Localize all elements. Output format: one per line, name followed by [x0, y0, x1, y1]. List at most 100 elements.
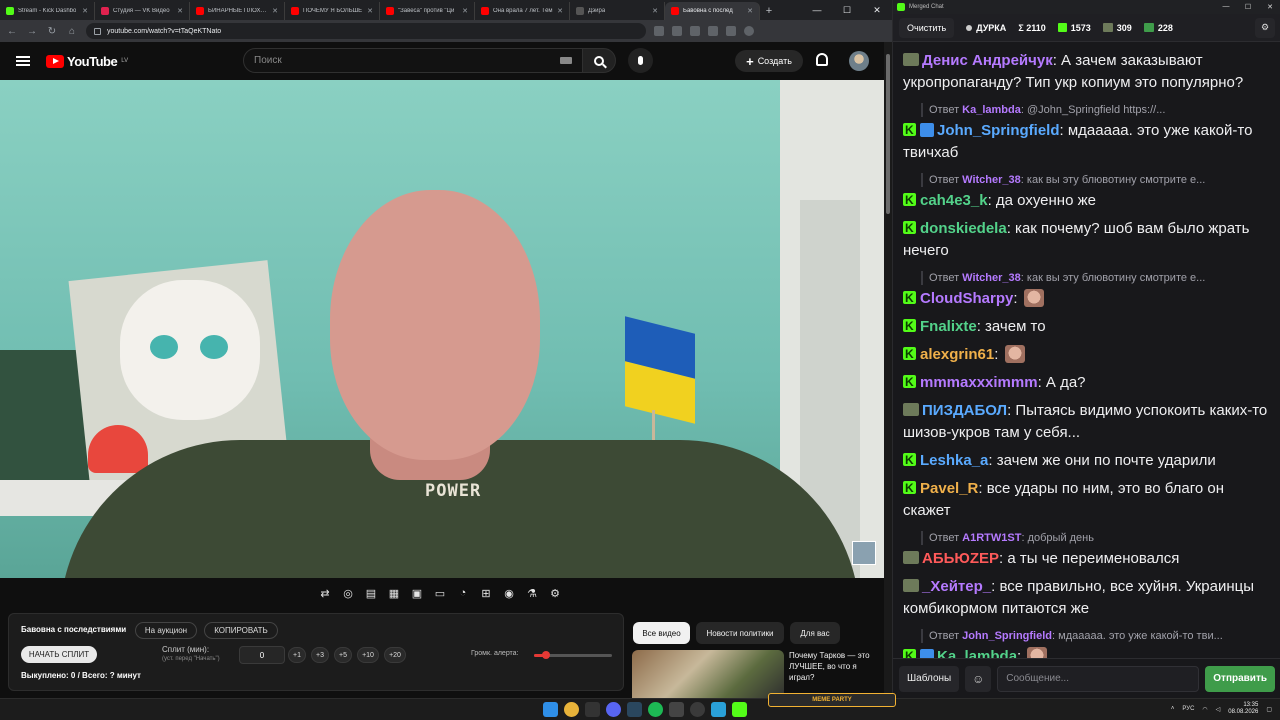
telegram-icon[interactable] [711, 702, 726, 717]
chat-nick[interactable]: alexgrin61 [920, 346, 994, 363]
reply-nick[interactable]: A1RTW1ST [962, 532, 1021, 544]
discord-icon[interactable] [606, 702, 621, 717]
close-tab-icon[interactable]: ✕ [82, 7, 88, 15]
chat-nick[interactable]: ПИЗДАБОЛ [922, 402, 1007, 419]
clock[interactable]: 13:35 08.08.2026 [1228, 702, 1258, 716]
chip-all-videos[interactable]: Все видео [633, 622, 690, 644]
wifi-icon[interactable]: ◠ [1202, 706, 1207, 713]
close-tab-icon[interactable]: ✕ [557, 7, 563, 15]
obs-icon[interactable] [690, 702, 705, 717]
chat-nick[interactable]: Ka_lambda [937, 648, 1017, 658]
maximize-icon[interactable]: ☐ [832, 0, 862, 20]
extension-icon[interactable] [654, 26, 664, 36]
chat-message[interactable]: _Хейтер_: все правильно, все хуйня. Укра… [903, 576, 1273, 620]
chat-nick[interactable]: donskiedela [920, 220, 1007, 237]
voice-search-button[interactable] [628, 48, 653, 73]
gear-icon[interactable]: ⚙ [546, 584, 564, 602]
chat-nick[interactable]: Leshka_a [920, 452, 988, 469]
url-field[interactable]: youtube.com/watch?v=tTaQeKTNato [86, 23, 646, 39]
gear-icon[interactable]: ⚙ [1255, 17, 1275, 38]
browser-tab[interactable]: ПОЧЕМУ Я БОЛЬШЕ ✕ [285, 2, 380, 20]
flask-icon[interactable]: ⚗ [523, 584, 541, 602]
menu-icon[interactable] [16, 56, 30, 66]
pip-icon[interactable]: ▣ [408, 584, 426, 602]
browser-tab[interactable]: Stream - Kick Dashbo ✕ [0, 2, 95, 20]
step-button[interactable]: +10 [357, 647, 379, 663]
clear-button[interactable]: Очистить [899, 17, 955, 38]
app-icon[interactable] [669, 702, 684, 717]
create-button[interactable]: + Создать [735, 50, 803, 72]
clapper-icon[interactable]: ▦ [385, 584, 403, 602]
start-split-button[interactable]: НАЧАТЬ СПЛИТ [21, 646, 97, 663]
extension-icon[interactable] [690, 26, 700, 36]
profile-icon[interactable] [744, 26, 754, 36]
add-icon[interactable]: ⊞ [477, 584, 495, 602]
chat-message[interactable]: Pavel_R: все удары по ним, это во благо … [903, 477, 1273, 522]
close-tab-icon[interactable]: ✕ [272, 7, 278, 15]
tray-lang[interactable]: РУС [1182, 706, 1194, 712]
browser-tab[interactable]: БИНАРНЫЕ ПЛОХОЙ ✕ [190, 2, 285, 20]
close-tab-icon[interactable]: ✕ [652, 7, 658, 15]
kick-icon[interactable] [732, 702, 747, 717]
chat-message[interactable]: Fnalixte: зачем то [903, 315, 1273, 338]
speed-icon[interactable]: ◔ [454, 584, 472, 602]
minimize-icon[interactable]: — [802, 0, 832, 20]
close-tab-icon[interactable]: ✕ [747, 7, 753, 15]
chat-message[interactable]: donskiedela: как почему? шоб вам было жр… [903, 217, 1273, 262]
chat-nick[interactable]: cah4e3_k [920, 192, 988, 209]
reply-quote[interactable]: Ответ Witcher_38: как вы эту блювотину с… [921, 173, 1273, 187]
chat-nick[interactable]: _Хейтер_ [922, 578, 991, 595]
chat-nick[interactable]: CloudSharpy [920, 290, 1013, 307]
chip-for-you[interactable]: Для вас [790, 622, 840, 644]
volume-icon[interactable]: ◁ [1216, 706, 1221, 713]
chat-nick[interactable]: Денис Андрейчук [922, 52, 1053, 69]
reply-quote[interactable]: Ответ Witcher_38: как вы эту блювотину с… [921, 271, 1273, 285]
reply-nick[interactable]: Witcher_38 [962, 272, 1021, 284]
extension-icon[interactable] [708, 26, 718, 36]
split-minutes-input[interactable]: 0 [239, 646, 285, 664]
chat-message[interactable]: Денис Андрейчук: А зачем заказывают укро… [903, 50, 1273, 94]
avatar[interactable] [849, 51, 869, 71]
close-tab-icon[interactable]: ✕ [177, 7, 183, 15]
reply-nick[interactable]: John_Springfield [962, 630, 1052, 642]
close-icon[interactable]: ✕ [1259, 3, 1280, 11]
steam-icon[interactable] [627, 702, 642, 717]
reply-nick[interactable]: Ka_lambda [962, 104, 1021, 116]
chat-message[interactable]: mmmaxxximmm: А да? [903, 371, 1273, 394]
chat-message[interactable]: ПИЗДАБОЛ: Пытаясь видимо успокоить каких… [903, 400, 1273, 444]
reply-nick[interactable]: Witcher_38 [962, 174, 1021, 186]
audio-icon[interactable]: ◎ [339, 584, 357, 602]
browser-tab[interactable]: Она врала 7 лет. Тём ✕ [475, 2, 570, 20]
chat-message[interactable]: John_Springfield: мдааааа. это уже какой… [903, 119, 1273, 164]
templates-button[interactable]: Шаблоны [899, 665, 960, 692]
reload-icon[interactable]: ↻ [46, 26, 58, 37]
browser-tab[interactable]: "Завеса" против "Ци ✕ [380, 2, 475, 20]
search-input[interactable]: Поиск [243, 48, 583, 73]
close-icon[interactable]: ✕ [862, 0, 892, 20]
reply-quote[interactable]: Ответ John_Springfield: мдааааа. это уже… [921, 629, 1273, 643]
chat-message[interactable]: cah4e3_k: да охуенно же [903, 189, 1273, 212]
chat-message-list[interactable]: Денис Андрейчук: А зачем заказывают укро… [893, 50, 1280, 658]
search-button[interactable] [582, 48, 616, 73]
alert-volume-slider[interactable] [534, 651, 612, 659]
loop-icon[interactable]: ⇄ [316, 584, 334, 602]
youtube-logo[interactable]: YouTube LV [46, 54, 128, 69]
start-icon[interactable] [543, 702, 558, 717]
spotify-icon[interactable] [648, 702, 663, 717]
slider-handle[interactable] [541, 651, 550, 659]
close-tab-icon[interactable]: ✕ [462, 7, 468, 15]
chat-message[interactable]: Ka_lambda: [903, 645, 1273, 658]
minimize-icon[interactable]: — [1215, 3, 1237, 11]
close-tab-icon[interactable]: ✕ [367, 7, 373, 15]
home-icon[interactable]: ⌂ [66, 26, 78, 37]
page-scrollbar[interactable] [884, 42, 892, 698]
chat-message[interactable]: Leshka_a: зачем же они по почте ударили [903, 449, 1273, 472]
recommended-video-thumbnail[interactable] [632, 650, 784, 698]
chat-nick[interactable]: mmmaxxximmm [920, 374, 1038, 391]
chat-nick[interactable]: John_Springfield [937, 122, 1060, 139]
message-input[interactable] [997, 665, 1200, 692]
emoji-icon[interactable]: ☺ [965, 665, 992, 692]
theater-icon[interactable]: ▭ [431, 584, 449, 602]
send-button[interactable]: Отправить [1205, 665, 1275, 692]
recommended-video-title[interactable]: Почему Тарков — это ЛУЧШЕЕ, во что я игр… [789, 650, 879, 683]
